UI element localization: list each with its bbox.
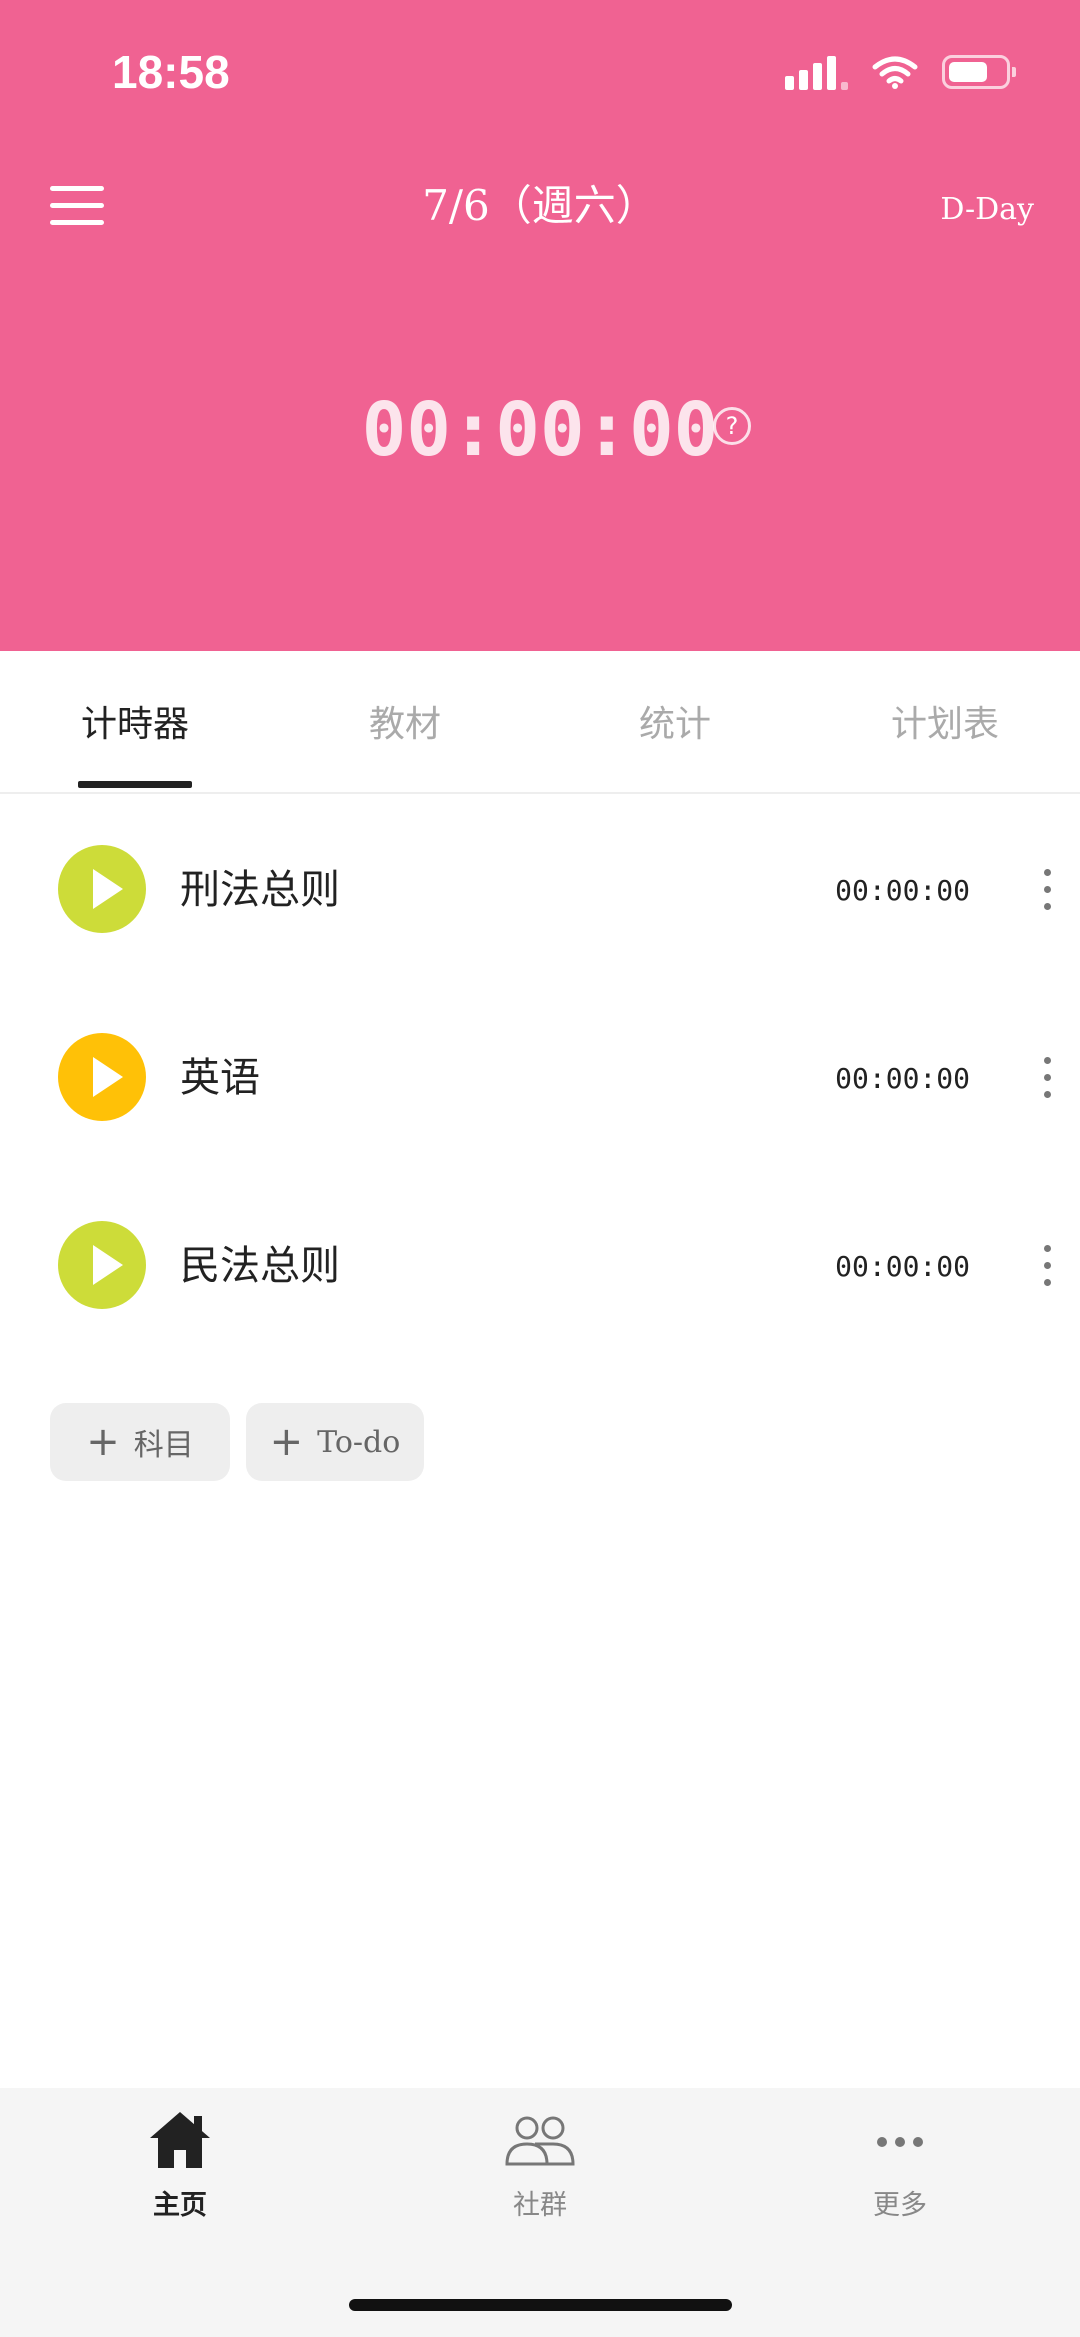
home-icon [150,2112,210,2168]
plus-icon: + [269,1419,304,1465]
nav-item-home[interactable]: 主页 [90,2108,270,2221]
subject-time: 00:00:00 [835,1062,970,1095]
cellular-signal-icon [785,54,848,90]
more-icon [877,2137,923,2147]
more-options-icon[interactable] [1032,865,1062,915]
nav-item-more[interactable]: 更多 [810,2108,990,2221]
status-time: 18:58 [112,46,230,98]
nav-item-community[interactable]: 社群 [450,2108,630,2221]
play-button-icon[interactable] [58,845,146,933]
subject-row[interactable]: 英语 00:00:00 [0,1033,1080,1143]
subject-name: 刑法总则 [180,867,340,913]
wifi-icon [872,56,918,89]
community-icon [505,2116,575,2166]
tab-timer[interactable]: 计時器 [50,695,220,755]
nav-label: 社群 [513,2190,567,2221]
subject-time: 00:00:00 [835,1250,970,1283]
add-todo-button[interactable]: + To-do [246,1403,424,1481]
header: 18:58 7/6（週六） D-Day 00:00:00 ? [0,0,1080,651]
subject-name: 民法总则 [180,1243,340,1289]
dday-button[interactable]: D-Day [940,190,1034,230]
main-timer: 00:00:00 [361,387,719,473]
nav-label: 主页 [153,2190,207,2221]
subject-time: 00:00:00 [835,874,970,907]
battery-icon [942,55,1016,89]
status-icons [785,50,1016,94]
more-options-icon[interactable] [1032,1053,1062,1103]
play-button-icon[interactable] [58,1221,146,1309]
subject-row[interactable]: 民法总则 00:00:00 [0,1221,1080,1331]
date-title[interactable]: 7/6（週六） [0,176,1080,236]
subject-row[interactable]: 刑法总则 00:00:00 [0,845,1080,955]
home-indicator [349,2299,732,2311]
more-options-icon[interactable] [1032,1241,1062,1291]
subject-name: 英语 [180,1055,260,1101]
add-subject-button[interactable]: + 科目 [50,1403,230,1481]
tab-statistics[interactable]: 统计 [590,695,760,755]
nav-label: 更多 [873,2190,927,2221]
tab-textbook[interactable]: 教材 [320,695,490,755]
add-todo-label: To-do [317,1424,401,1460]
tab-schedule[interactable]: 计划表 [860,695,1030,755]
add-subject-label: 科目 [133,1428,194,1463]
active-tab-indicator [78,781,192,788]
tab-bar: 计時器 教材 统计 计划表 [0,651,1080,794]
plus-icon: + [86,1419,120,1465]
play-button-icon[interactable] [58,1033,146,1121]
help-icon[interactable]: ? [713,407,751,445]
